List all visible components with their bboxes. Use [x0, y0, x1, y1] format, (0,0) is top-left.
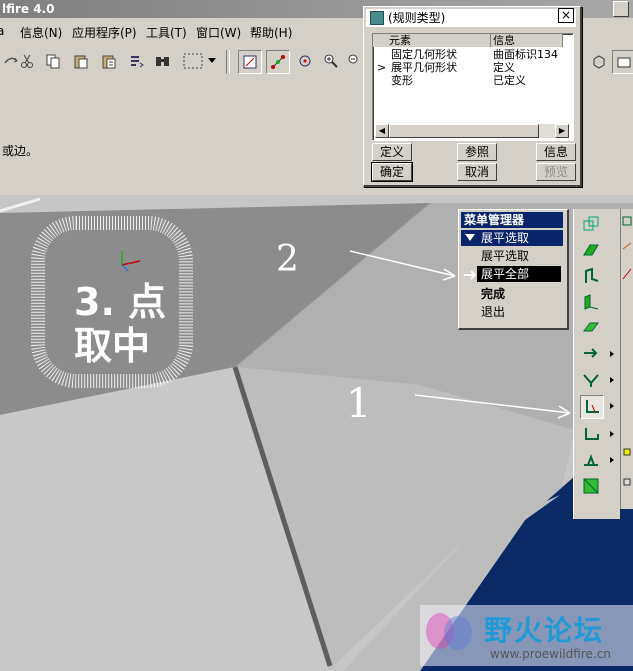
menu-manager: 菜单管理器 展平选取 展平选取 展平全部 完成 退出: [458, 209, 569, 330]
flyout-arrow-icon[interactable]: [610, 403, 614, 409]
cursor-arrow-icon: [464, 270, 477, 280]
chevron-down-icon[interactable]: [206, 50, 218, 72]
paste-special-icon[interactable]: [98, 50, 120, 72]
menu-manager-title: 菜单管理器: [461, 212, 563, 228]
extrude-wall-icon[interactable]: [580, 317, 602, 339]
column-header-info[interactable]: 信息: [491, 34, 563, 47]
toolbar-separator: [226, 50, 230, 74]
flyout-arrow-icon[interactable]: [610, 457, 614, 463]
zoom-in-icon[interactable]: [320, 50, 342, 72]
element-name: 变形: [391, 74, 413, 87]
rip-icon[interactable]: [580, 343, 602, 365]
dialog-title-bar: (规则类型): [366, 9, 576, 27]
define-button[interactable]: 定义: [372, 143, 412, 161]
list-item[interactable]: > 展平几何形状 定义: [373, 61, 563, 74]
dialog-title: (规则类型): [388, 11, 446, 25]
scroll-thumb[interactable]: [389, 124, 539, 138]
annotation-label-1: 1: [346, 381, 372, 427]
forum-watermark: 野火论坛 www.proewildfire.cn: [420, 605, 633, 666]
find-icon[interactable]: [152, 50, 174, 72]
watermark-title: 野火论坛: [484, 614, 605, 647]
window-control-button[interactable]: [613, 1, 629, 17]
menu-item-flatten-all[interactable]: 展平全部: [477, 266, 561, 282]
menu-item-quit[interactable]: 退出: [481, 304, 561, 320]
list-item[interactable]: 固定几何形状 曲面标识134: [373, 48, 563, 61]
cancel-button[interactable]: 取消: [457, 163, 497, 181]
menu-section-flatten-select[interactable]: 展平选取: [461, 230, 563, 246]
flat-pattern-icon[interactable]: [580, 475, 602, 497]
menu-help[interactable]: 帮助(H): [250, 24, 292, 41]
form-icon[interactable]: [580, 449, 602, 471]
menu-tools[interactable]: 工具(T): [146, 24, 187, 41]
saved-view-icon[interactable]: [612, 50, 633, 74]
element-name: 固定几何形状: [391, 48, 457, 61]
scroll-right-icon[interactable]: ▶: [555, 124, 569, 138]
menu-applications[interactable]: 应用程序(P): [72, 24, 137, 41]
element-list: 元素 信息 固定几何形状 曲面标识134 > 展平几何形状 定义 变形 已定义 …: [372, 33, 574, 141]
list-header: 元素 信息: [373, 34, 563, 47]
butterfly-logo-icon: [426, 613, 472, 650]
list-item[interactable]: 变形 已定义: [373, 74, 563, 87]
flyout-arrow-icon[interactable]: [610, 377, 614, 383]
menu-item-flatten-select[interactable]: 展平选取: [481, 248, 561, 264]
datum-axis-display-icon[interactable]: [266, 50, 290, 74]
bend-icon[interactable]: [580, 369, 602, 391]
info-button[interactable]: 信息: [536, 143, 576, 161]
menu-item-done[interactable]: 完成: [481, 286, 561, 302]
flyout-arrow-icon[interactable]: [610, 351, 614, 357]
ok-button[interactable]: 确定: [371, 162, 413, 182]
selection-box-icon[interactable]: [180, 50, 206, 72]
toolbar-strip-icons: [622, 216, 632, 486]
bend-back-icon[interactable]: [580, 423, 602, 445]
datum-plane-display-icon[interactable]: [238, 50, 262, 74]
secondary-toolbar: [620, 209, 633, 509]
copy-geometry-icon[interactable]: [580, 213, 602, 235]
annotation-label-3-line2: 取中: [74, 324, 151, 368]
watermark-url: www.proewildfire.cn: [490, 647, 611, 661]
triangle-down-icon: [465, 234, 475, 241]
element-info: 已定义: [493, 74, 526, 87]
flange-icon[interactable]: [580, 265, 602, 287]
element-name: 展平几何形状: [391, 61, 457, 74]
menu-fragment-icon: a: [0, 24, 5, 38]
preview-button[interactable]: 预览: [536, 163, 576, 181]
unbend-icon[interactable]: [580, 395, 604, 419]
menu-section-label: 展平选取: [481, 231, 530, 245]
feature-toolbar: [573, 209, 620, 519]
menu-window[interactable]: 窗口(W): [196, 24, 241, 41]
view-orient-icon[interactable]: [588, 50, 610, 72]
status-message: 或边。: [2, 144, 39, 158]
current-item-marker-icon: >: [377, 61, 387, 74]
spin-center-icon[interactable]: [294, 50, 316, 72]
zoom-out-icon[interactable]: [346, 50, 358, 72]
window-title: lfire 4.0: [2, 2, 55, 16]
regenerate-icon[interactable]: [125, 50, 147, 72]
cut-icon[interactable]: [16, 50, 38, 72]
copy-icon[interactable]: [42, 50, 64, 72]
menu-info[interactable]: 信息(N): [20, 24, 62, 41]
graphics-viewport[interactable]: 2 1 3. 点 取中 菜单管理器 展平选取 展平选取 展平全部 完成 退出 野…: [0, 195, 633, 671]
horizontal-scrollbar[interactable]: ◀ ▶: [375, 124, 569, 138]
element-info: 曲面标识134: [493, 48, 558, 61]
paste-icon[interactable]: [70, 50, 92, 72]
column-header-element[interactable]: 元素: [373, 34, 491, 47]
refer-button[interactable]: 参照: [457, 143, 497, 161]
dialog-app-icon: [370, 11, 384, 25]
scroll-left-icon[interactable]: ◀: [375, 124, 389, 138]
close-icon[interactable]: ×: [558, 8, 574, 23]
rule-type-dialog: (规则类型) × 元素 信息 固定几何形状 曲面标识134 > 展平几何形状 定…: [363, 6, 582, 187]
wall-icon[interactable]: [580, 239, 602, 261]
flyout-arrow-icon[interactable]: [610, 431, 614, 437]
flat-wall-icon[interactable]: [580, 291, 602, 313]
element-info: 定义: [493, 61, 515, 74]
annotation-label-2: 2: [276, 239, 299, 280]
